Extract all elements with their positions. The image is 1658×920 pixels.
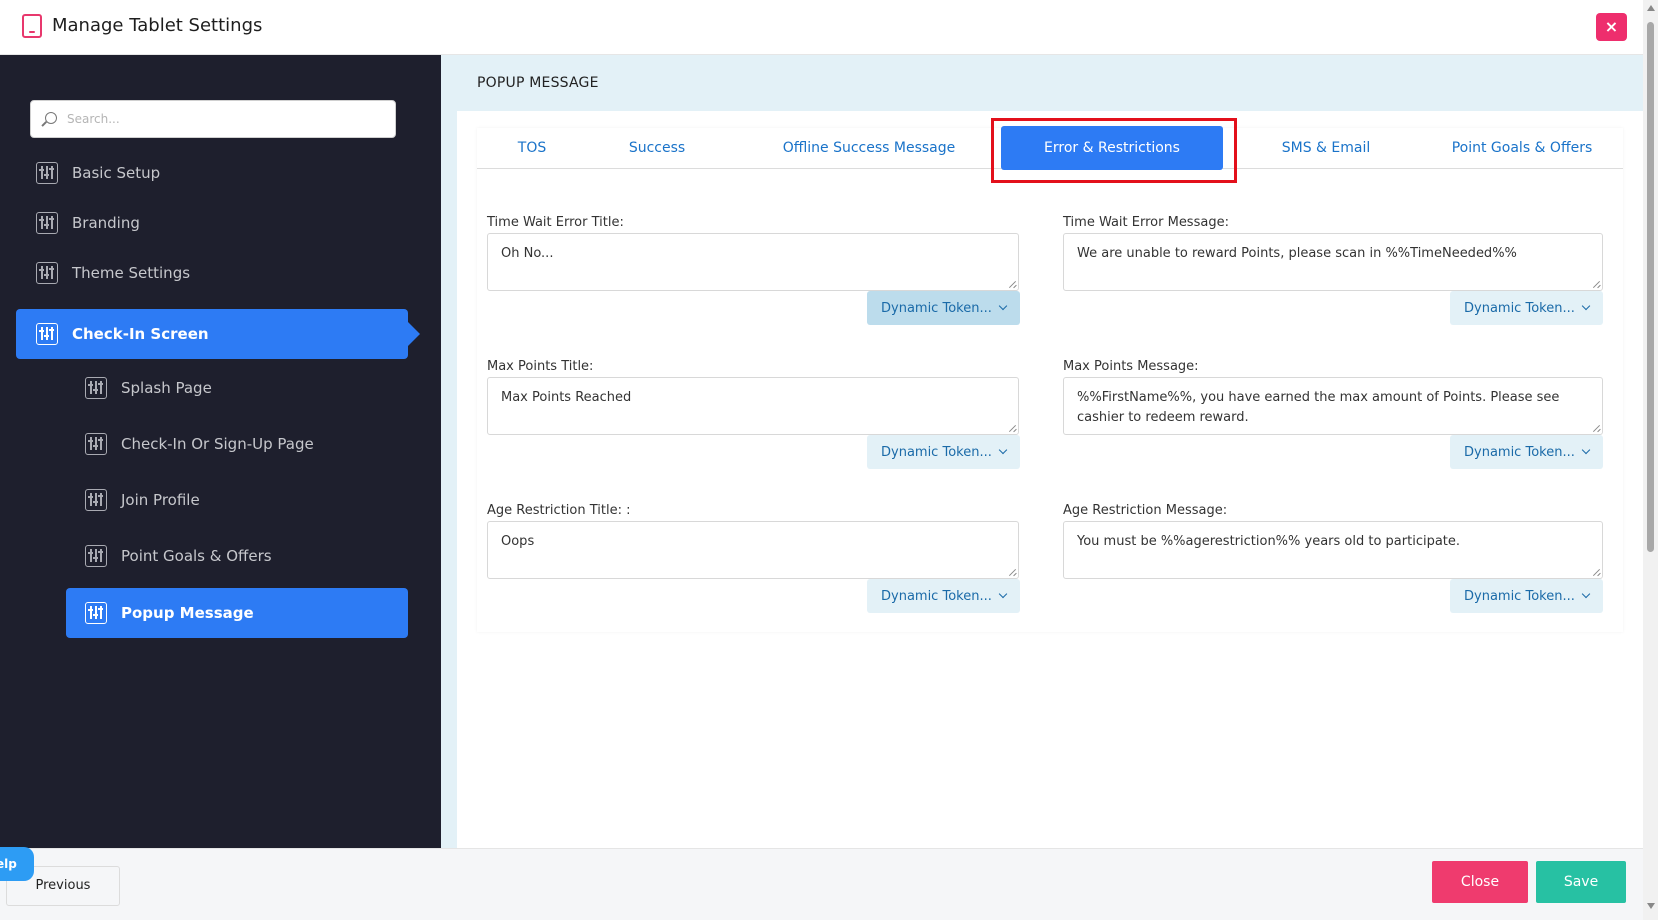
- dynamic-token-button[interactable]: Dynamic Token...: [867, 291, 1020, 325]
- max-points-message-field[interactable]: %%FirstName%%, you have earned the max a…: [1063, 377, 1603, 435]
- sliders-icon: [85, 377, 107, 399]
- resize-grip-icon[interactable]: [1592, 568, 1600, 576]
- sidebar-item-basic-setup[interactable]: Basic Setup: [36, 148, 416, 198]
- dynamic-token-label: Dynamic Token...: [881, 300, 992, 316]
- max-points-title-field[interactable]: Max Points Reached: [487, 377, 1019, 435]
- resize-grip-icon[interactable]: [1008, 424, 1016, 432]
- time-wait-error-title-field[interactable]: Oh No...: [487, 233, 1019, 291]
- sidebar-item-join-profile[interactable]: Join Profile: [85, 475, 405, 525]
- sliders-icon: [85, 545, 107, 567]
- sidebar-item-theme-settings[interactable]: Theme Settings: [36, 248, 416, 298]
- help-button[interactable]: elp: [0, 847, 34, 881]
- age-restriction-message-field[interactable]: You must be %%agerestriction%% years old…: [1063, 521, 1603, 579]
- sidebar-item-label: Check-In Screen: [72, 325, 209, 343]
- chevron-down-icon: [998, 301, 1008, 311]
- dynamic-token-button[interactable]: Dynamic Token...: [1450, 579, 1603, 613]
- page-scrollbar[interactable]: [1643, 0, 1658, 920]
- search-box[interactable]: [30, 100, 396, 138]
- scroll-up-icon[interactable]: [1647, 5, 1655, 11]
- sliders-icon: [36, 162, 58, 184]
- popup-message-card: TOS Success Offline Success Message Erro…: [477, 118, 1623, 632]
- field-value: We are unable to reward Points, please s…: [1077, 246, 1517, 261]
- field-value: Oh No...: [501, 246, 554, 261]
- chevron-down-icon: [1581, 445, 1591, 455]
- sidebar-item-label: Check-In Or Sign-Up Page: [121, 435, 314, 453]
- tab-point-goals-offers[interactable]: Point Goals & Offers: [1421, 128, 1623, 168]
- sidebar-item-splash-page[interactable]: Splash Page: [85, 363, 405, 413]
- resize-grip-icon[interactable]: [1592, 424, 1600, 432]
- sidebar-item-label: Branding: [72, 214, 140, 232]
- modal-footer: Previous Close Save: [0, 848, 1643, 920]
- chevron-down-icon: [998, 589, 1008, 599]
- field-value: Max Points Reached: [501, 390, 632, 405]
- sidebar-item-popup-message[interactable]: Popup Message: [66, 588, 408, 638]
- age-restriction-title-label: Age Restriction Title: :: [487, 503, 631, 518]
- dynamic-token-label: Dynamic Token...: [881, 588, 992, 604]
- dynamic-token-button[interactable]: Dynamic Token...: [1450, 291, 1603, 325]
- tab-bar: TOS Success Offline Success Message Erro…: [477, 126, 1623, 170]
- tablet-icon: [22, 14, 42, 38]
- chevron-down-icon: [1581, 589, 1591, 599]
- scrollbar-thumb[interactable]: [1647, 22, 1654, 552]
- sidebar-item-label: Join Profile: [121, 491, 200, 509]
- resize-grip-icon[interactable]: [1008, 280, 1016, 288]
- sidebar-item-branding[interactable]: Branding: [36, 198, 416, 248]
- time-wait-error-message-field[interactable]: We are unable to reward Points, please s…: [1063, 233, 1603, 291]
- tab-offline-success-message[interactable]: Offline Success Message: [739, 128, 999, 168]
- dynamic-token-button[interactable]: Dynamic Token...: [1450, 435, 1603, 469]
- search-input[interactable]: [67, 101, 387, 137]
- sliders-icon: [85, 489, 107, 511]
- search-icon: [45, 112, 57, 124]
- resize-grip-icon[interactable]: [1008, 568, 1016, 576]
- tab-sms-email[interactable]: SMS & Email: [1241, 128, 1411, 168]
- max-points-message-label: Max Points Message:: [1063, 359, 1199, 374]
- chevron-down-icon: [1581, 301, 1591, 311]
- sliders-icon: [36, 262, 58, 284]
- main-content: POPUP MESSAGE TOS Success Offline Succes…: [441, 55, 1643, 848]
- sidebar-item-label: Theme Settings: [72, 264, 191, 282]
- field-value: You must be %%agerestriction%% years old…: [1077, 534, 1461, 549]
- page-title: POPUP MESSAGE: [477, 75, 599, 91]
- close-icon[interactable]: ×: [1596, 13, 1627, 41]
- sliders-icon: [85, 433, 107, 455]
- sidebar-item-label: Point Goals & Offers: [121, 547, 272, 565]
- sidebar: Basic Setup Branding Theme Settings Chec…: [0, 55, 441, 848]
- dynamic-token-button[interactable]: Dynamic Token...: [867, 435, 1020, 469]
- sliders-icon: [36, 212, 58, 234]
- age-restriction-title-field[interactable]: Oops: [487, 521, 1019, 579]
- sidebar-item-point-goals-offers[interactable]: Point Goals & Offers: [85, 531, 405, 581]
- time-wait-error-message-label: Time Wait Error Message:: [1063, 215, 1229, 230]
- dynamic-token-label: Dynamic Token...: [881, 444, 992, 460]
- tab-error-restrictions[interactable]: Error & Restrictions: [1001, 126, 1223, 170]
- sliders-icon: [85, 602, 107, 624]
- sidebar-item-label: Basic Setup: [72, 164, 161, 182]
- dynamic-token-label: Dynamic Token...: [1464, 300, 1575, 316]
- max-points-title-label: Max Points Title:: [487, 359, 594, 374]
- sidebar-item-label: Popup Message: [121, 604, 254, 622]
- resize-grip-icon[interactable]: [1592, 280, 1600, 288]
- time-wait-error-title-label: Time Wait Error Title:: [487, 215, 624, 230]
- modal-title: Manage Tablet Settings: [52, 15, 263, 36]
- dynamic-token-label: Dynamic Token...: [1464, 444, 1575, 460]
- sidebar-item-label: Splash Page: [121, 379, 212, 397]
- tab-tos[interactable]: TOS: [477, 128, 587, 168]
- age-restriction-message-label: Age Restriction Message:: [1063, 503, 1228, 518]
- field-value: %%FirstName%%, you have earned the max a…: [1077, 390, 1560, 425]
- scroll-down-icon[interactable]: [1647, 903, 1655, 909]
- field-value: Oops: [501, 534, 535, 549]
- tab-success[interactable]: Success: [587, 128, 727, 168]
- sliders-icon: [36, 323, 58, 345]
- dynamic-token-button[interactable]: Dynamic Token...: [867, 579, 1020, 613]
- close-button[interactable]: Close: [1432, 861, 1528, 903]
- dynamic-token-label: Dynamic Token...: [1464, 588, 1575, 604]
- save-button[interactable]: Save: [1536, 861, 1626, 903]
- chevron-down-icon: [998, 445, 1008, 455]
- sidebar-item-check-in-or-sign-up-page[interactable]: Check-In Or Sign-Up Page: [85, 419, 405, 469]
- modal-header: Manage Tablet Settings ×: [0, 0, 1658, 55]
- sidebar-item-check-in-screen[interactable]: Check-In Screen: [16, 309, 420, 359]
